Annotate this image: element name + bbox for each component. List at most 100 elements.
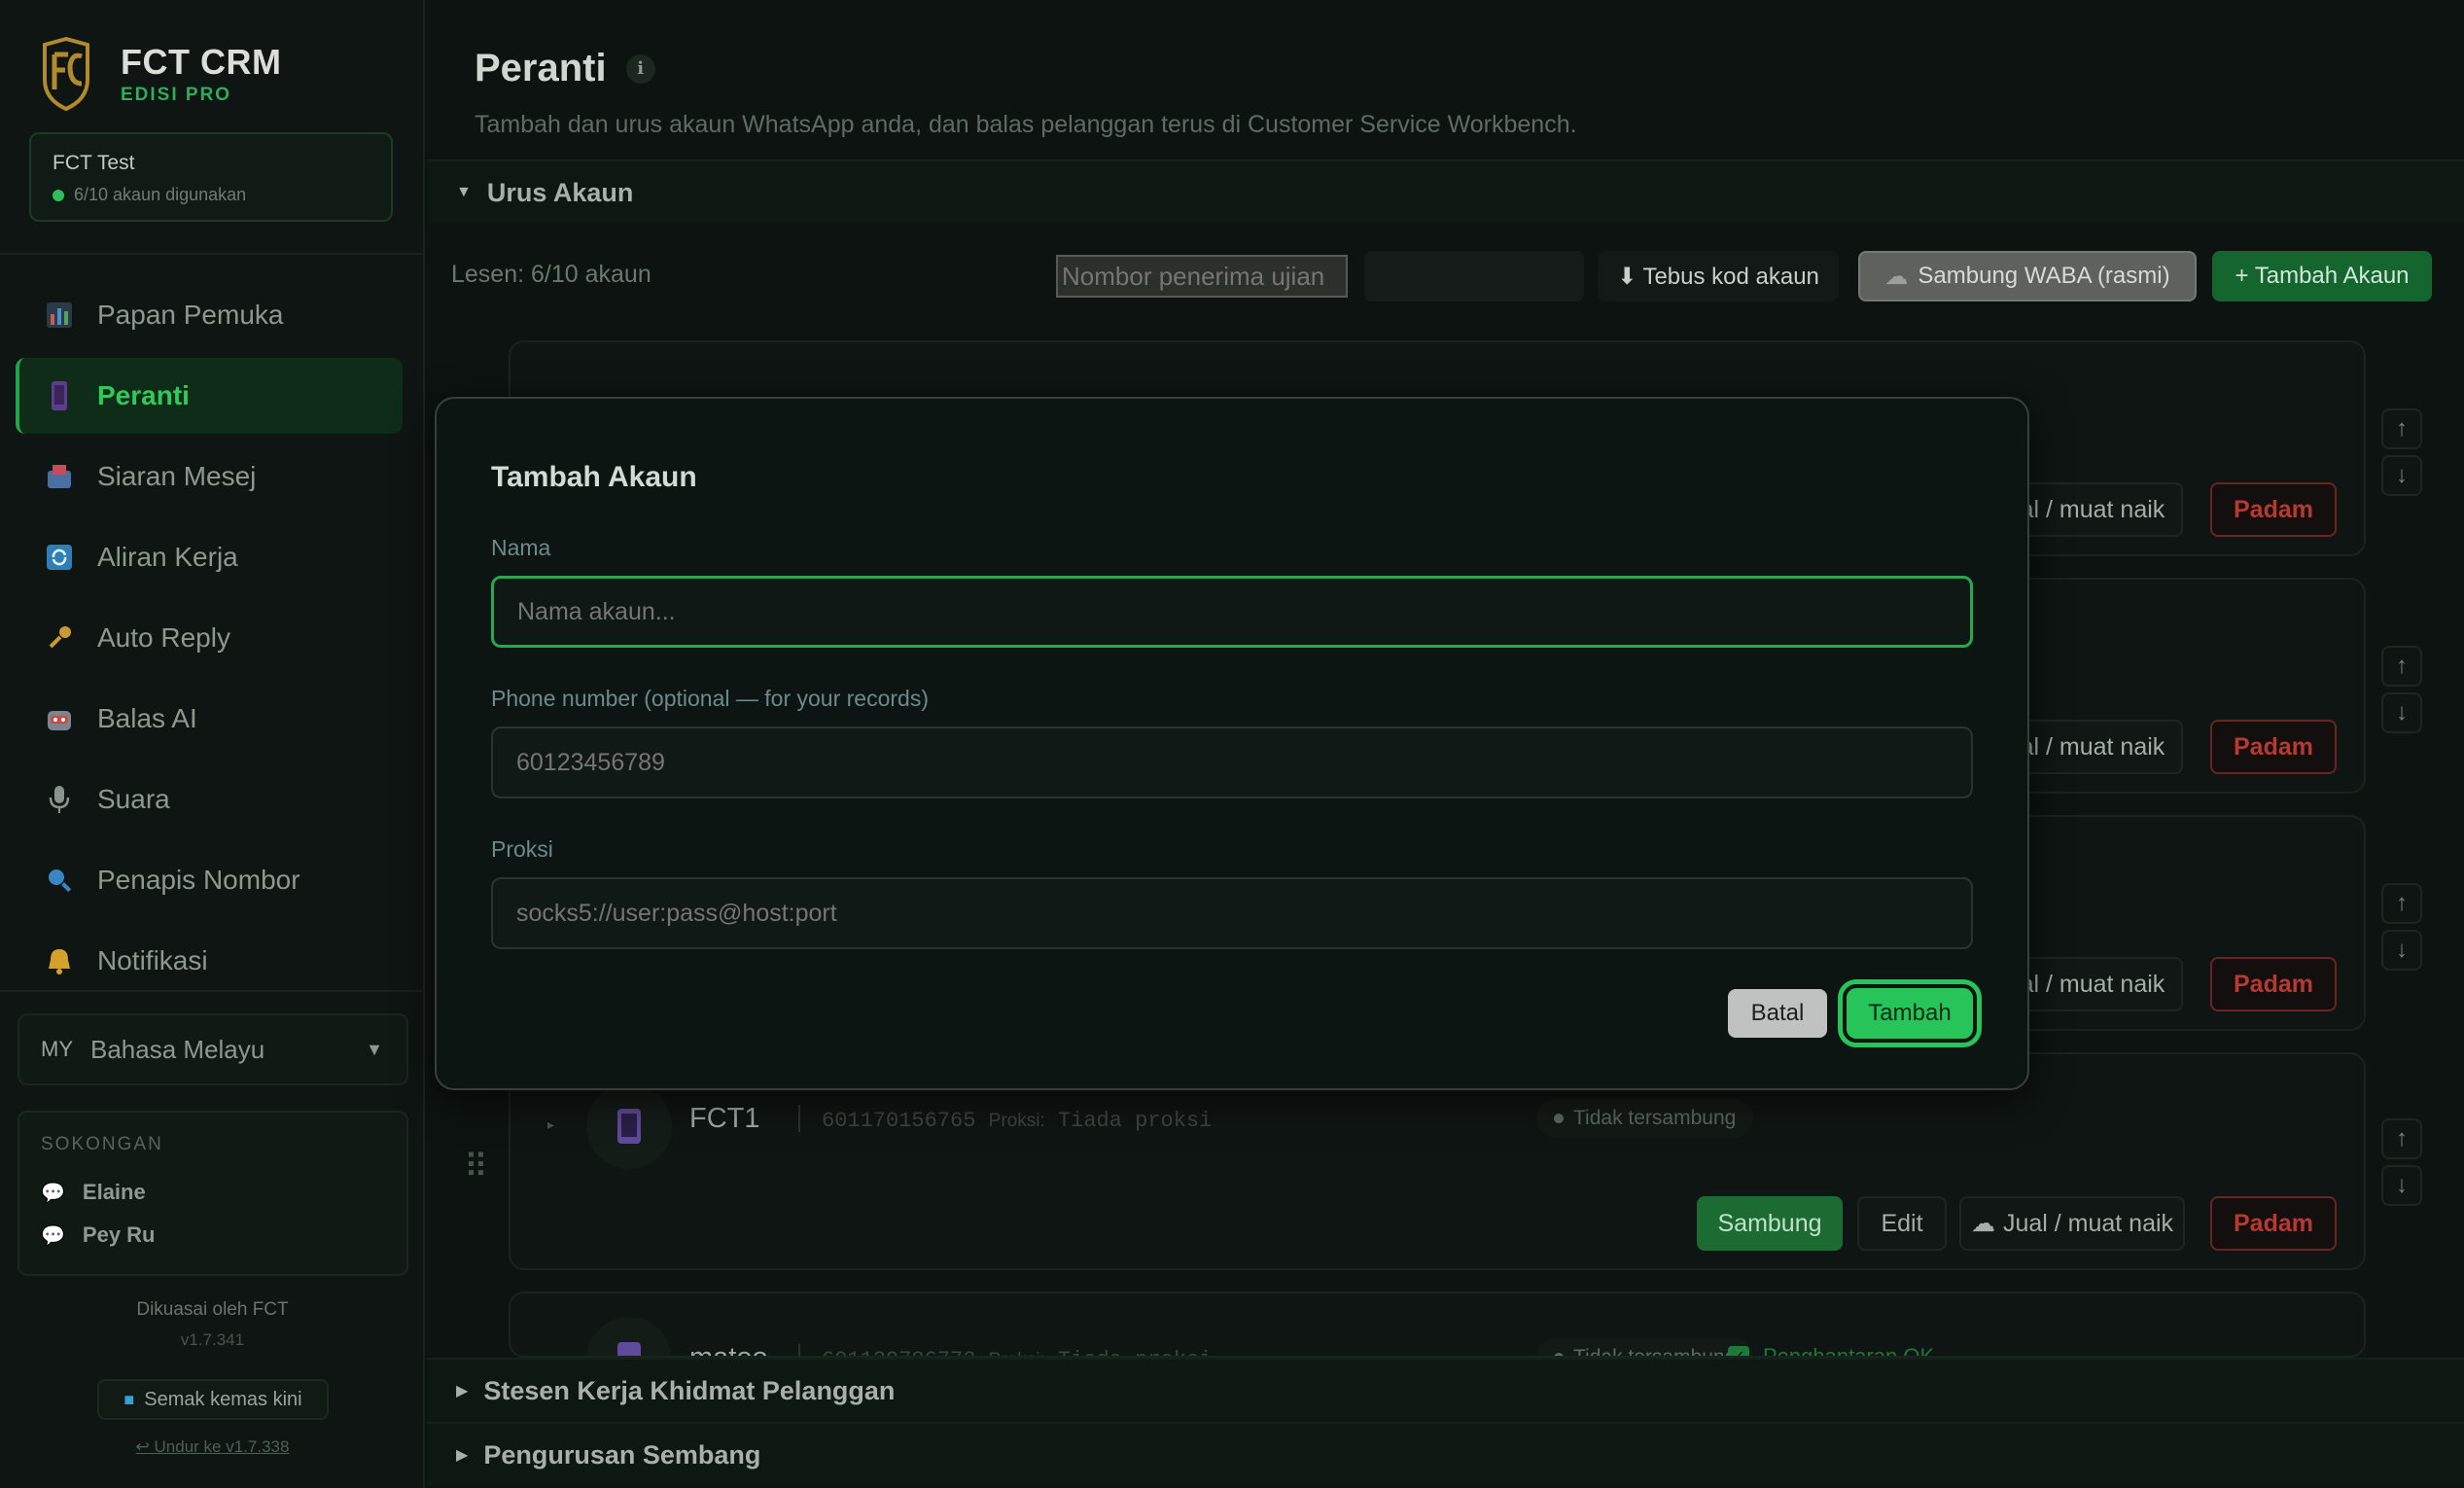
- sidebar-item-papan-pemuka[interactable]: Papan Pemuka: [16, 277, 403, 353]
- search-icon: [43, 864, 76, 897]
- connect-button[interactable]: Sambung: [1697, 1196, 1843, 1251]
- info-icon[interactable]: i: [625, 53, 655, 84]
- account-avatar: [586, 1317, 672, 1356]
- page-title: Peranti i: [475, 47, 655, 90]
- caret-down-icon: ▼: [456, 184, 472, 200]
- app-version: v1.7.341: [180, 1330, 245, 1349]
- cloud-icon: ☁: [1970, 1210, 1995, 1237]
- status-dot-icon: [1554, 1114, 1564, 1123]
- support-contact-label: Pey Ru: [82, 1222, 156, 1247]
- cancel-button[interactable]: Batal: [1728, 989, 1827, 1038]
- section-title: Pengurusan Sembang: [483, 1439, 761, 1470]
- check-update-label: Semak kemas kini: [144, 1388, 302, 1410]
- section-title: Urus Akaun: [486, 177, 634, 207]
- workspace-usage-text: 6/10 akaun digunakan: [74, 185, 247, 204]
- section-manage-accounts[interactable]: ▼ Urus Akaun: [427, 159, 2464, 224]
- support-contact-pey-ru[interactable]: 💬 Pey Ru: [41, 1214, 385, 1257]
- sidebar: FCT CRM EDISI PRO FCT Test 6/10 akaun di…: [0, 0, 425, 1488]
- sidebar-item-label: Peranti: [97, 380, 190, 410]
- workspace-usage: 6/10 akaun digunakan: [53, 185, 370, 205]
- support-contact-label: Elaine: [82, 1180, 146, 1204]
- sidebar-item-penapis-nombor[interactable]: Penapis Nombor: [16, 842, 403, 918]
- sidebar-item-auto-reply[interactable]: Auto Reply: [16, 600, 403, 676]
- disabled-button: [1364, 251, 1584, 301]
- sell-upload-label: Jual / muat naik: [2002, 1209, 2174, 1237]
- proxy-label: Proksi:: [989, 1350, 1045, 1356]
- workflow-icon: [43, 541, 76, 574]
- bell-icon: [43, 944, 76, 977]
- phone-number-input[interactable]: [491, 726, 1973, 798]
- proxy-label: Proksi:: [988, 1111, 1045, 1131]
- account-name: mateo: [689, 1342, 768, 1358]
- proxy-input[interactable]: [491, 877, 1973, 949]
- move-down-icon[interactable]: ↓: [2381, 692, 2422, 733]
- sidebar-item-label: Penapis Nombor: [97, 865, 300, 895]
- check-update-button[interactable]: ■ Semak kemas kini: [97, 1379, 329, 1420]
- sidebar-item-peranti[interactable]: Peranti: [16, 358, 403, 434]
- language-label: Bahasa Melayu: [90, 1034, 265, 1064]
- account-phone-number: 601170156765: [822, 1109, 976, 1133]
- section-chat-management[interactable]: ▶ Pengurusan Sembang: [427, 1422, 2464, 1486]
- sidebar-item-balas-ai[interactable]: Balas AI: [16, 681, 403, 757]
- caret-right-icon[interactable]: ▸: [547, 1116, 554, 1133]
- status-text: Tidak tersambung: [1573, 1346, 1737, 1358]
- edit-button[interactable]: Edit: [1857, 1196, 1947, 1251]
- connect-waba-button[interactable]: ☁ Sambung WABA (rasmi): [1858, 251, 2197, 301]
- name-label: Nama: [491, 535, 551, 560]
- section-workbench[interactable]: ▶ Stesen Kerja Khidmat Pelanggan: [427, 1358, 2464, 1422]
- sidebar-item-label: Balas AI: [97, 703, 197, 733]
- brand-title: FCT CRM: [121, 42, 282, 82]
- sidebar-item-label: Siaran Mesej: [97, 461, 257, 491]
- sidebar-item-aliran-kerja[interactable]: Aliran Kerja: [16, 519, 403, 595]
- language-select[interactable]: MY Bahasa Melayu ▼: [18, 1013, 408, 1085]
- microphone-icon: [43, 783, 76, 816]
- support-title: SOKONGAN: [41, 1134, 163, 1154]
- bar-chart-icon: [43, 299, 76, 332]
- status-badge: Tidak tersambung: [1536, 1099, 1754, 1138]
- move-up-icon[interactable]: ↑: [2381, 408, 2422, 449]
- downgrade-link[interactable]: ↩ Undur ke v1.7.338: [0, 1437, 425, 1457]
- test-recipient-input[interactable]: [1056, 255, 1348, 298]
- delete-button[interactable]: Padam: [2210, 482, 2337, 537]
- page-title-text: Peranti: [475, 47, 607, 89]
- account-card-mateo: mateo 601139786773 Proksi: Tiada proksi …: [509, 1292, 2366, 1358]
- support-contact-elaine[interactable]: 💬 Elaine: [41, 1171, 385, 1214]
- sell-upload-button[interactable]: ☁ Jual / muat naik: [1959, 1196, 2185, 1251]
- sidebar-item-notifikasi[interactable]: Notifikasi: [16, 923, 403, 999]
- proxy-value: Tiada proksi: [1057, 1109, 1213, 1133]
- language-code: MY: [41, 1037, 73, 1061]
- sidebar-item-suara[interactable]: Suara: [16, 762, 403, 837]
- move-up-icon[interactable]: ↑: [2381, 646, 2422, 687]
- connect-waba-label: Sambung WABA (rasmi): [1918, 263, 2170, 289]
- phone-icon: [617, 1109, 641, 1144]
- move-down-icon[interactable]: ↓: [2381, 930, 2422, 971]
- checkbox-icon: ✓: [1728, 1346, 1749, 1356]
- submit-add-button[interactable]: Tambah: [1843, 984, 1977, 1043]
- status-dot-icon: [53, 189, 64, 201]
- support-card: SOKONGAN 💬 Elaine 💬 Pey Ru: [18, 1111, 408, 1276]
- add-account-button[interactable]: + Tambah Akaun: [2212, 251, 2432, 301]
- move-down-icon[interactable]: ↓: [2381, 1165, 2422, 1206]
- drag-handle-icon[interactable]: ⠿: [464, 1148, 488, 1187]
- account-name-input[interactable]: [491, 576, 1973, 648]
- proxy-value: Tiada proksi: [1058, 1348, 1212, 1356]
- account-name: FCT1: [689, 1103, 760, 1134]
- sidebar-item-siaran-mesej[interactable]: Siaran Mesej: [16, 439, 403, 514]
- delete-button[interactable]: Padam: [2210, 1196, 2337, 1251]
- account-phone: 601139786773 Proksi: Tiada proksi: [822, 1348, 1212, 1356]
- move-up-icon[interactable]: ↑: [2381, 1118, 2422, 1159]
- delete-button[interactable]: Padam: [2210, 957, 2337, 1011]
- move-down-icon[interactable]: ↓: [2381, 455, 2422, 496]
- sidebar-item-label: Papan Pemuka: [97, 300, 284, 330]
- cloud-icon: ☁: [1884, 263, 1909, 290]
- brand: FCT CRM EDISI PRO: [39, 37, 281, 111]
- section-title: Stesen Kerja Khidmat Pelanggan: [483, 1375, 896, 1405]
- redeem-code-button[interactable]: ⬇ Tebus kod akaun: [1598, 251, 1839, 301]
- divider: [798, 1344, 800, 1356]
- delete-button[interactable]: Padam: [2210, 720, 2337, 774]
- move-up-icon[interactable]: ↑: [2381, 883, 2422, 924]
- chevron-down-icon: ▼: [366, 1039, 383, 1059]
- powered-by: Dikuasai oleh FCT: [136, 1299, 289, 1320]
- modal-title: Tambah Akaun: [491, 461, 697, 493]
- workspace-card[interactable]: FCT Test 6/10 akaun digunakan: [29, 132, 393, 222]
